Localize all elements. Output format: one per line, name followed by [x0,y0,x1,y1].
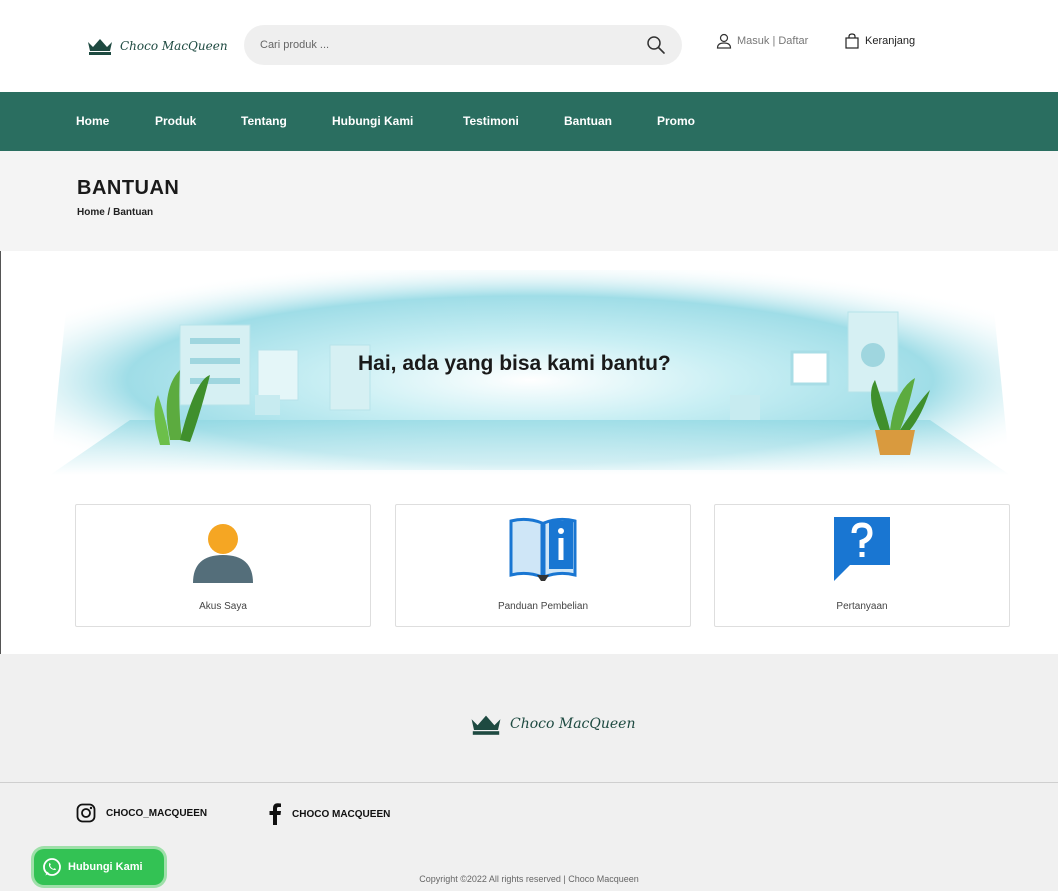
page-title: BANTUAN [77,177,180,199]
whatsapp-label: Hubungi Kami [68,861,143,873]
breadcrumb: Home / Bantuan [77,207,154,218]
card-label: Akus Saya [199,601,247,612]
nav-item-testimoni[interactable]: Testimoni [463,114,519,128]
whatsapp-contact-button[interactable]: Hubungi Kami [34,849,164,885]
book-info-icon [509,517,577,581]
brand-logo[interactable]: Choco MacQueen [86,36,228,56]
cart-link[interactable]: Keranjang [844,33,915,49]
facebook-handle: CHOCO MACQUEEN [292,808,391,820]
instagram-handle: CHOCO_MACQUEEN [106,807,208,819]
whatsapp-icon [43,858,61,876]
site-header: Choco MacQueen Masuk | Daftar Keranjang [0,0,1058,92]
footer-brand-logo[interactable]: Choco MacQueen [468,712,635,736]
account-link[interactable]: Masuk | Daftar [716,33,808,49]
card-akun-saya[interactable]: Akus Saya [75,504,371,627]
brand-name: Choco MacQueen [120,39,228,53]
nav-item-hubungi-kami[interactable]: Hubungi Kami [332,114,413,128]
search-bar [244,25,682,65]
card-label: Pertanyaan [836,601,888,612]
footer-brand-name: Choco MacQueen [510,716,636,732]
nav-item-promo[interactable]: Promo [657,114,695,128]
instagram-icon [76,803,96,823]
facebook-link[interactable]: CHOCO MACQUEEN [268,803,390,825]
question-bubble-icon [834,517,890,581]
account-label: Masuk | Daftar [737,35,809,47]
facebook-icon [269,803,281,825]
nav-item-produk[interactable]: Produk [155,114,196,128]
cart-label: Keranjang [865,35,916,47]
search-input[interactable] [260,35,640,55]
instagram-link[interactable]: CHOCO_MACQUEEN [76,803,207,823]
shopping-bag-icon [845,33,859,49]
search-icon[interactable] [646,35,666,55]
user-outline-icon [716,33,732,49]
crown-icon [88,39,112,55]
nav-item-bantuan[interactable]: Bantuan [564,114,612,128]
main-nav: Home Produk Tentang Hubungi Kami Testimo… [0,92,1058,151]
hero-headline: Hai, ada yang bisa kami bantu? [358,352,671,375]
nav-item-tentang[interactable]: Tentang [241,114,287,128]
card-panduan-pembelian[interactable]: Panduan Pembelian [395,504,691,627]
card-pertanyaan[interactable]: Pertanyaan [714,504,1010,627]
user-icon [193,524,253,583]
card-label: Panduan Pembelian [497,601,589,612]
nav-item-home[interactable]: Home [76,114,109,128]
crown-icon [471,715,501,735]
